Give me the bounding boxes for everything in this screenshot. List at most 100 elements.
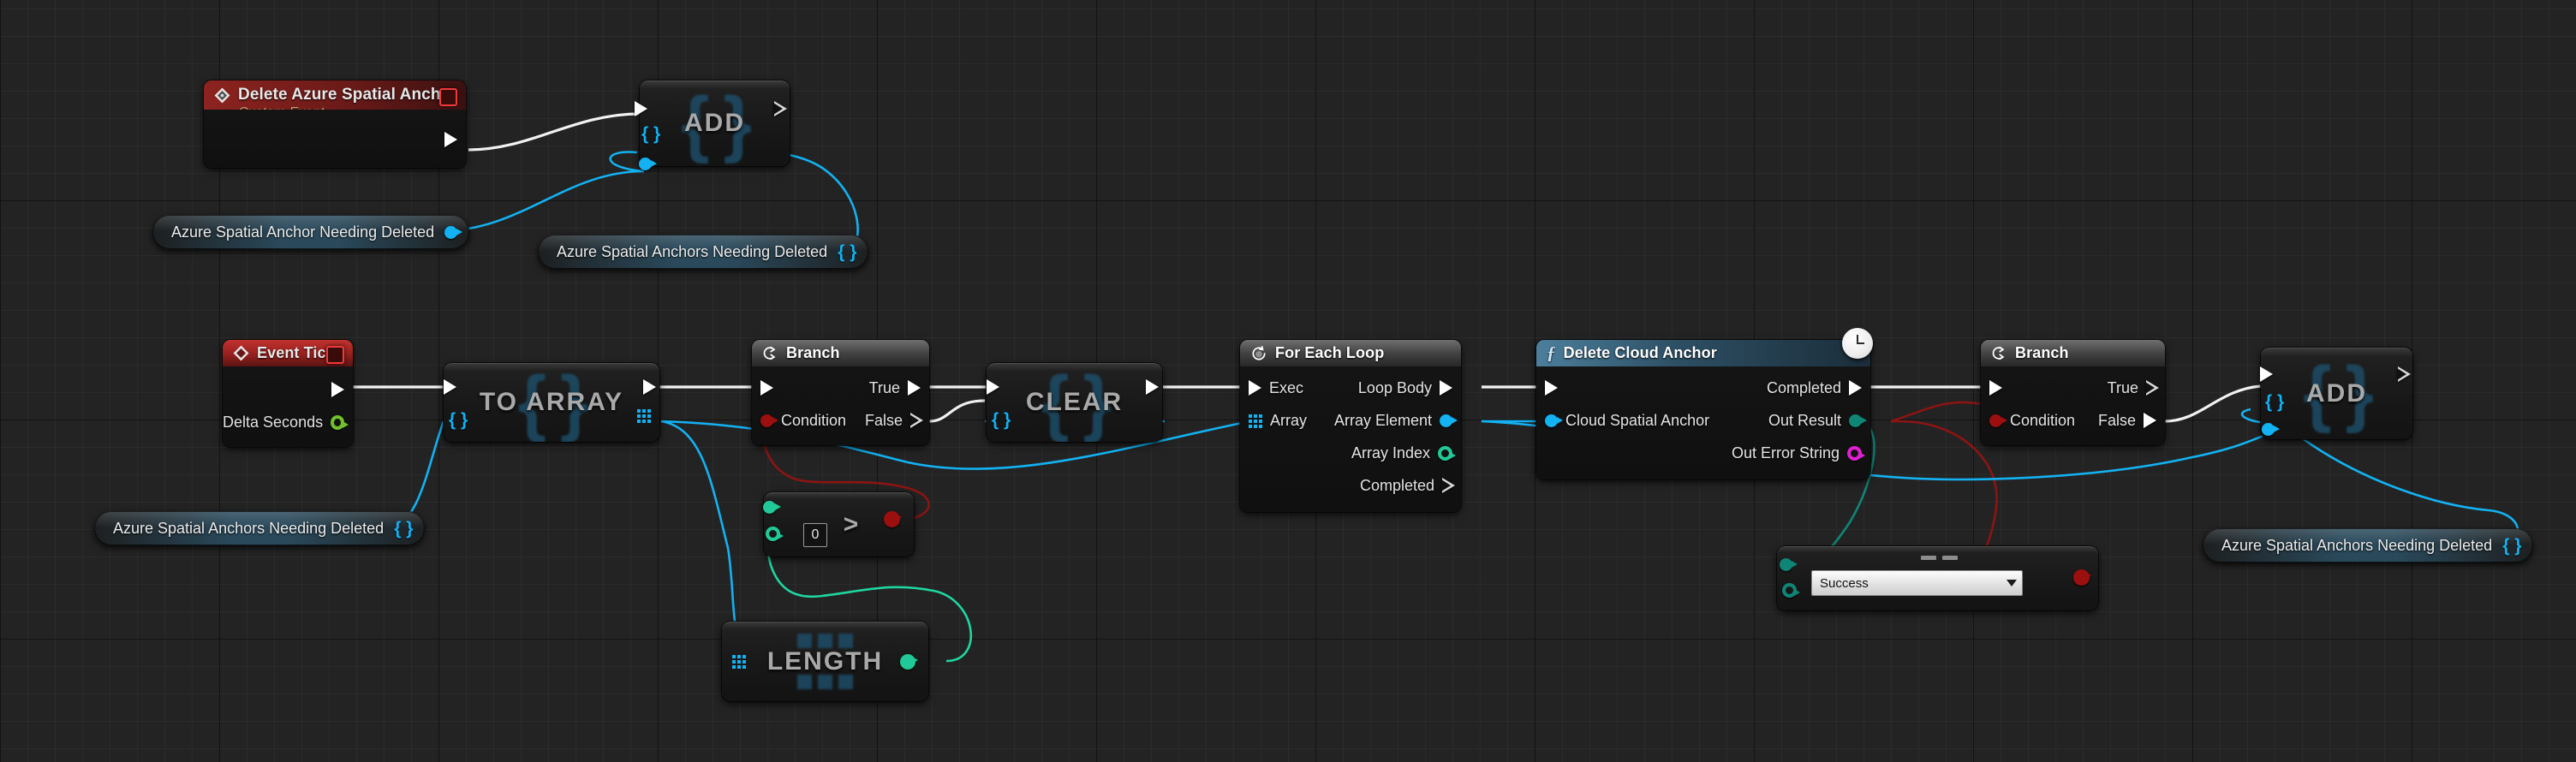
exec-in-pin[interactable]: [1545, 380, 1558, 396]
bool-in-pin[interactable]: [760, 414, 778, 427]
pin-row-exec[interactable]: Completed: [1536, 372, 1870, 404]
breakpoint-badge[interactable]: [326, 346, 344, 364]
node-title: Event Tick: [257, 344, 335, 361]
int-out-pin[interactable]: [900, 654, 918, 670]
exec-in-pin[interactable]: [2260, 366, 2273, 382]
pin-row-out-error-string[interactable]: Out Error String: [1536, 437, 1870, 469]
node-equal-enum[interactable]: Success: [1777, 546, 2098, 610]
pin-row-exec-out[interactable]: [204, 128, 466, 151]
enum-in-a-pin[interactable]: [1780, 558, 1798, 571]
object-out-pin[interactable]: [1440, 414, 1458, 427]
array-out-pin[interactable]: { }: [394, 520, 413, 538]
operand-value-box[interactable]: 0: [803, 523, 827, 547]
array-out-pin[interactable]: { }: [2502, 537, 2521, 555]
float-out-pin[interactable]: [330, 414, 349, 430]
exec-out-pin[interactable]: [773, 101, 787, 116]
int-in-b-pin[interactable]: [766, 527, 784, 541]
exec-out-completed-pin[interactable]: [1849, 380, 1862, 396]
array-out-pin[interactable]: { }: [838, 243, 856, 261]
node-delete-cloud-anchor[interactable]: ƒ Delete Cloud Anchor Completed Cloud Sp…: [1536, 328, 1873, 479]
array-in-pin[interactable]: [1249, 414, 1262, 428]
pin-label-loop-body: Loop Body: [1357, 378, 1432, 396]
variable-azure-spatial-anchor-needing-deleted[interactable]: Azure Spatial Anchor Needing Deleted: [152, 215, 469, 249]
node-body: [204, 110, 466, 168]
exec-in-pin[interactable]: [760, 380, 773, 396]
latent-clock-icon: [1842, 328, 1873, 359]
exec-out-true-pin[interactable]: [2145, 380, 2159, 396]
object-out-pin[interactable]: [444, 225, 463, 239]
exec-in-pin[interactable]: [444, 379, 456, 395]
array-in-pin[interactable]: [732, 655, 746, 669]
object-in-pin[interactable]: [639, 158, 657, 170]
node-title: Branch: [786, 344, 840, 361]
pin-row-exec[interactable]: Exec Loop Body: [1240, 372, 1461, 404]
node-delete-azure-spatial-anchor-event[interactable]: Delete Azure Spatial Anchor Custom Event: [204, 80, 466, 168]
exec-out-false-pin[interactable]: [909, 413, 923, 428]
pin-row-delta-seconds[interactable]: Delta Seconds: [223, 406, 353, 438]
enum-out-pin[interactable]: [1849, 414, 1867, 427]
breakpoint-badge[interactable]: [439, 88, 457, 106]
exec-out-pin[interactable]: [331, 382, 344, 397]
blueprint-graph-canvas[interactable]: Delete Azure Spatial Anchor Custom Event…: [0, 0, 2576, 762]
node-to-array[interactable]: { } TO ARRAY { }: [444, 363, 659, 442]
object-in-pin[interactable]: [2262, 423, 2280, 436]
pin-row-array-index[interactable]: Array Index: [1240, 437, 1461, 469]
node-clear[interactable]: { } CLEAR { }: [987, 363, 1162, 442]
exec-out-loop-body-pin[interactable]: [1440, 380, 1452, 396]
exec-out-pin[interactable]: [444, 132, 457, 147]
node-branch-1[interactable]: Branch True Condition False: [752, 340, 929, 445]
string-out-pin[interactable]: [1847, 445, 1865, 461]
pin-row-exec-out[interactable]: [223, 373, 353, 406]
pin-row-exec[interactable]: True: [1981, 372, 2165, 404]
node-header: For Each Loop: [1240, 340, 1461, 366]
bool-out-pin[interactable]: [2073, 569, 2091, 586]
node-header: Branch: [1981, 340, 2165, 366]
pin-row-cloud-spatial-anchor[interactable]: Cloud Spatial Anchor Out Result: [1536, 404, 1870, 437]
variable-azure-spatial-anchors-needing-deleted-left[interactable]: Azure Spatial Anchors Needing Deleted { …: [94, 511, 425, 545]
exec-in-pin[interactable]: [1249, 380, 1261, 396]
exec-in-pin[interactable]: [987, 379, 999, 395]
pin-label-completed: Completed: [1359, 476, 1434, 494]
node-for-each-loop[interactable]: For Each Loop Exec Loop Body Array Array…: [1240, 340, 1461, 512]
pin-row-array[interactable]: Array Array Element: [1240, 404, 1461, 437]
bool-out-pin[interactable]: [884, 511, 902, 527]
variable-azure-spatial-anchors-needing-deleted-top[interactable]: Azure Spatial Anchors Needing Deleted { …: [538, 235, 868, 269]
node-event-tick[interactable]: Event Tick Delta Seconds: [223, 340, 353, 447]
bool-in-pin[interactable]: [1989, 414, 2007, 427]
exec-out-completed-pin[interactable]: [1441, 478, 1455, 493]
node-greater-than[interactable]: > 0: [763, 492, 914, 557]
exec-in-pin[interactable]: [635, 101, 647, 116]
enum-in-b-pin[interactable]: [1782, 583, 1800, 598]
array-in-pin[interactable]: { }: [992, 411, 1011, 429]
array-grid-watermark: [722, 622, 928, 701]
array-in-pin[interactable]: { }: [449, 411, 468, 429]
variable-azure-spatial-anchors-needing-deleted-right[interactable]: Azure Spatial Anchors Needing Deleted { …: [2203, 528, 2533, 563]
pin-label-false: False: [864, 411, 903, 429]
pin-row-condition[interactable]: Condition False: [752, 404, 929, 437]
pin-label-array-index: Array Index: [1351, 444, 1430, 461]
pin-label-out-error-string: Out Error String: [1731, 444, 1840, 461]
int-in-a-pin[interactable]: [763, 501, 781, 514]
pin-row-condition[interactable]: Condition False: [1981, 404, 2165, 437]
exec-out-pin[interactable]: [643, 379, 656, 395]
array-out-pin[interactable]: [637, 409, 651, 423]
pin-row-exec[interactable]: True: [752, 372, 929, 404]
node-branch-2[interactable]: Branch True Condition False: [1981, 340, 2165, 445]
exec-out-false-pin[interactable]: [2144, 413, 2156, 428]
exec-in-pin[interactable]: [1989, 380, 2002, 396]
node-length[interactable]: LENGTH: [722, 622, 928, 701]
exec-out-pin[interactable]: [1146, 379, 1159, 395]
array-in-pin[interactable]: { }: [2265, 393, 2284, 411]
int-out-pin[interactable]: [1438, 445, 1456, 461]
exec-out-pin[interactable]: [2397, 366, 2411, 382]
pin-row-completed[interactable]: Completed: [1240, 469, 1461, 502]
pin-label-array-element: Array Element: [1333, 411, 1432, 429]
node-glyph: CLEAR: [1025, 388, 1124, 416]
node-add-right[interactable]: { } ADD { }: [2260, 348, 2412, 439]
array-in-pin[interactable]: { }: [641, 125, 660, 143]
node-add-top[interactable]: { } ADD { }: [635, 80, 790, 170]
node-title: Branch: [2015, 344, 2069, 361]
object-in-pin[interactable]: [1545, 414, 1563, 427]
exec-out-true-pin[interactable]: [908, 380, 921, 396]
enum-value-dropdown[interactable]: Success: [1811, 570, 2023, 596]
